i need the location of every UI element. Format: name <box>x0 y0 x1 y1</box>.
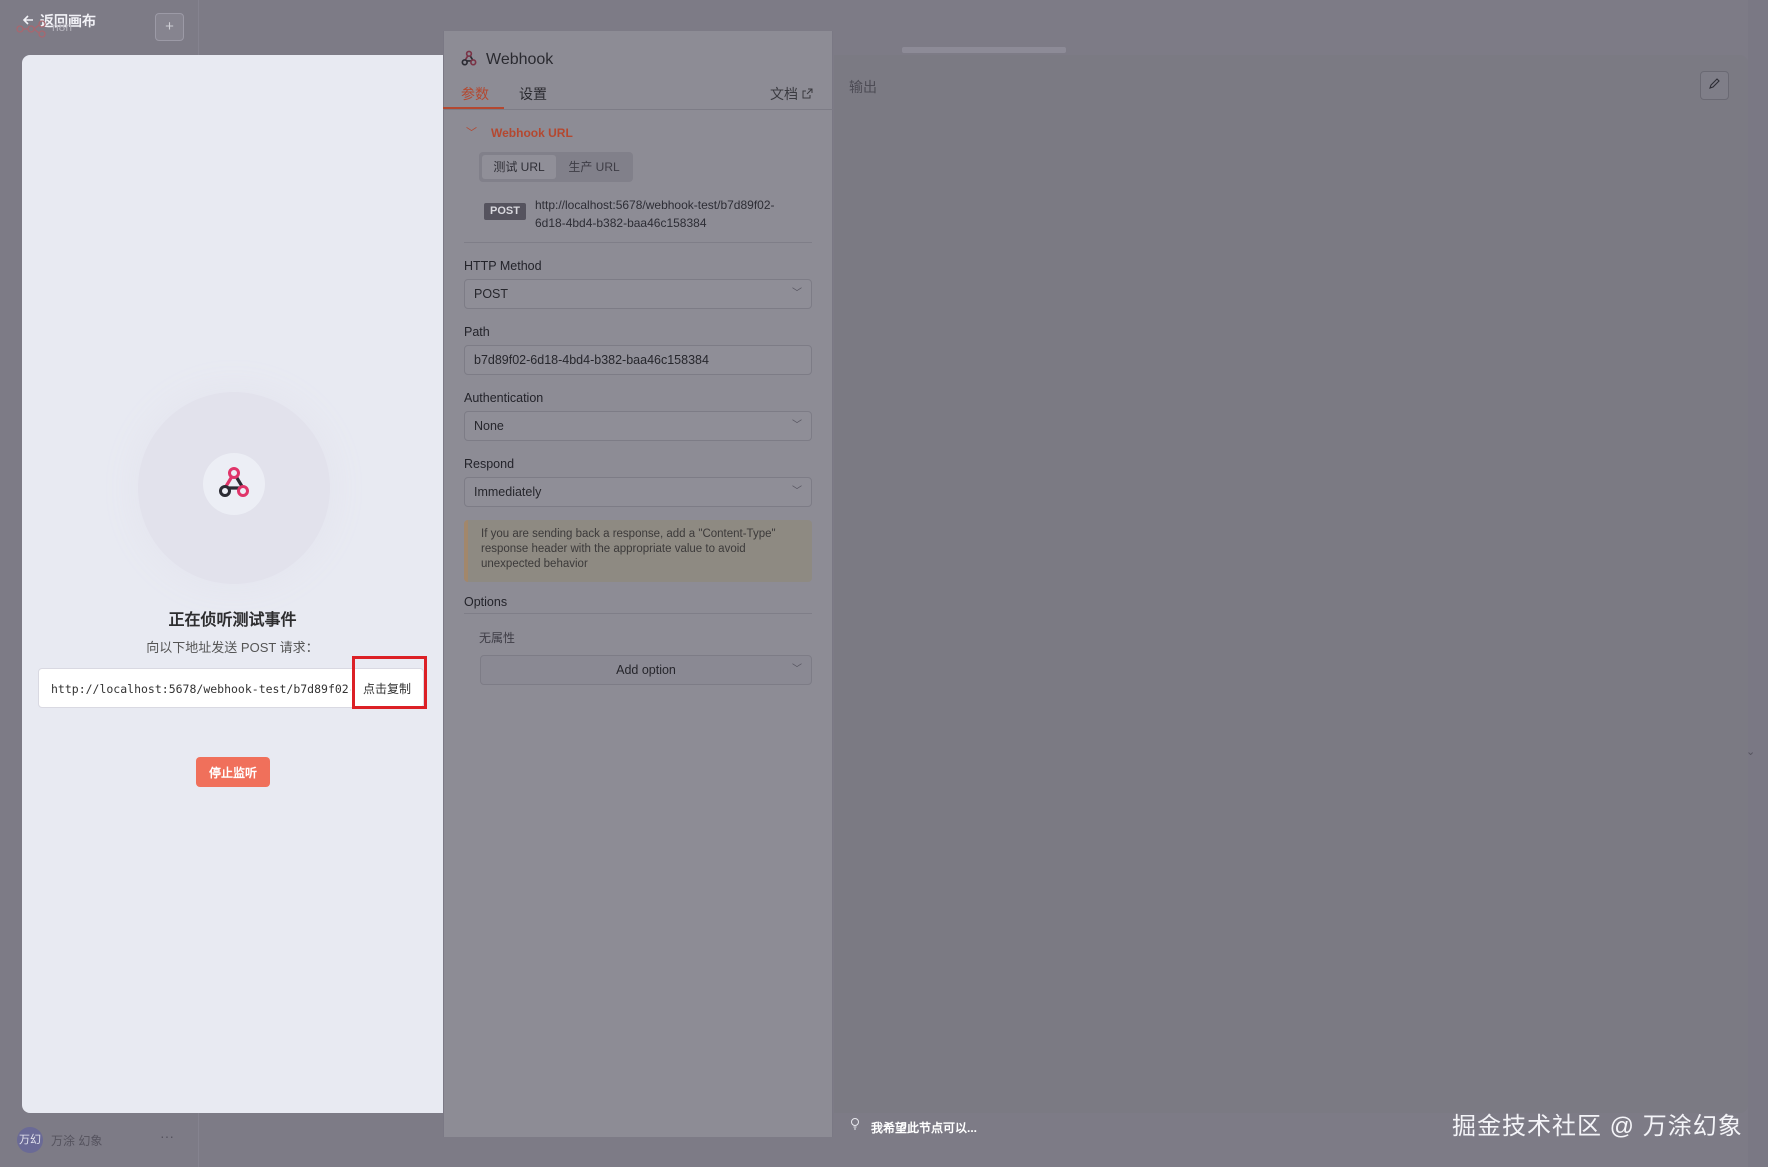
authentication-label: Authentication <box>464 391 544 405</box>
docs-label: 文档 <box>770 86 798 102</box>
http-method-select[interactable]: POST ﹀ <box>464 279 812 309</box>
path-value: b7d89f02-6d18-4bd4-b382-baa46c158384 <box>474 353 709 367</box>
webhook-url-display[interactable]: http://localhost:5678/webhook-test/b7d89… <box>535 196 815 232</box>
listening-subtitle: 向以下地址发送 POST 请求： <box>146 640 319 655</box>
chevron-down-icon: ﹀ <box>792 288 802 299</box>
output-label: 输出 <box>849 79 877 95</box>
method-badge: POST <box>484 203 526 220</box>
node-title: Webhook <box>486 51 554 68</box>
no-properties-text: 无属性 <box>479 631 516 645</box>
chevron-down-icon: ﹀ <box>792 486 802 497</box>
app-name: n8n <box>52 20 73 34</box>
chevron-down-icon[interactable]: ﹀ <box>466 124 477 140</box>
test-url-text[interactable]: http://localhost:5678/webhook-test/b7d89… <box>51 682 351 696</box>
webhook-url-line-1: http://localhost:5678/webhook-test/b7d89… <box>535 198 775 212</box>
webhook-icon <box>215 465 253 508</box>
toggle-production-url[interactable]: 生产 URL <box>558 155 630 179</box>
top-tab-strip <box>902 47 1066 53</box>
tab-parameters[interactable]: 参数 <box>461 84 489 104</box>
tab-bar-divider <box>443 109 833 110</box>
options-label: Options <box>464 595 508 609</box>
stop-listening-button[interactable]: 停止监听 <box>196 757 270 787</box>
webhook-url-section-title[interactable]: Webhook URL <box>491 126 573 140</box>
webhook-icon <box>460 50 478 73</box>
respond-select[interactable]: Immediately ﹀ <box>464 477 812 507</box>
add-tab-button[interactable]: + <box>155 13 184 41</box>
listening-panel <box>22 55 443 1113</box>
section-divider <box>464 242 812 243</box>
tab-docs-link[interactable]: 文档 <box>770 84 813 104</box>
app-logo-icon <box>16 20 46 43</box>
http-method-value: POST <box>474 287 509 301</box>
pencil-icon <box>1708 78 1721 93</box>
options-divider <box>464 613 812 614</box>
chevron-down-icon: ﹀ <box>792 420 802 431</box>
respond-value: Immediately <box>474 485 542 499</box>
edit-output-button[interactable] <box>1700 71 1729 100</box>
lightbulb-icon <box>850 1117 860 1136</box>
webhook-url-line-2: 6d18-4bd4-b382-baa46c158384 <box>535 216 707 230</box>
http-method-label: HTTP Method <box>464 259 542 273</box>
node-wish-hint[interactable]: 我希望此节点可以... <box>871 1119 977 1136</box>
output-panel <box>834 55 1748 1113</box>
content-type-notice: If you are sending back a response, add … <box>464 520 812 582</box>
add-option-label: Add option <box>616 663 676 677</box>
add-option-button[interactable]: Add option ﹀ <box>480 655 812 685</box>
path-label: Path <box>464 325 490 339</box>
respond-label: Respond <box>464 457 515 471</box>
chevron-down-icon: ﹀ <box>792 664 802 675</box>
authentication-select[interactable]: None ﹀ <box>464 411 812 441</box>
avatar[interactable]: 万幻 <box>17 1127 43 1153</box>
watermark: 掘金技术社区 @ 万涂幻象 <box>1452 1113 1743 1140</box>
right-edge-bar <box>1748 0 1768 1167</box>
user-name: 万涂 幻象 <box>51 1134 103 1148</box>
tab-settings[interactable]: 设置 <box>519 84 547 104</box>
external-link-icon <box>802 86 813 102</box>
path-input[interactable]: b7d89f02-6d18-4bd4-b382-baa46c158384 <box>464 345 812 375</box>
listening-title: 正在侦听测试事件 <box>168 612 297 629</box>
toggle-test-url[interactable]: 测试 URL <box>482 155 556 179</box>
user-menu-button[interactable]: ··· <box>160 1128 174 1144</box>
copy-button-highlight <box>352 656 427 709</box>
authentication-value: None <box>474 419 504 433</box>
plus-icon: + <box>165 18 174 35</box>
